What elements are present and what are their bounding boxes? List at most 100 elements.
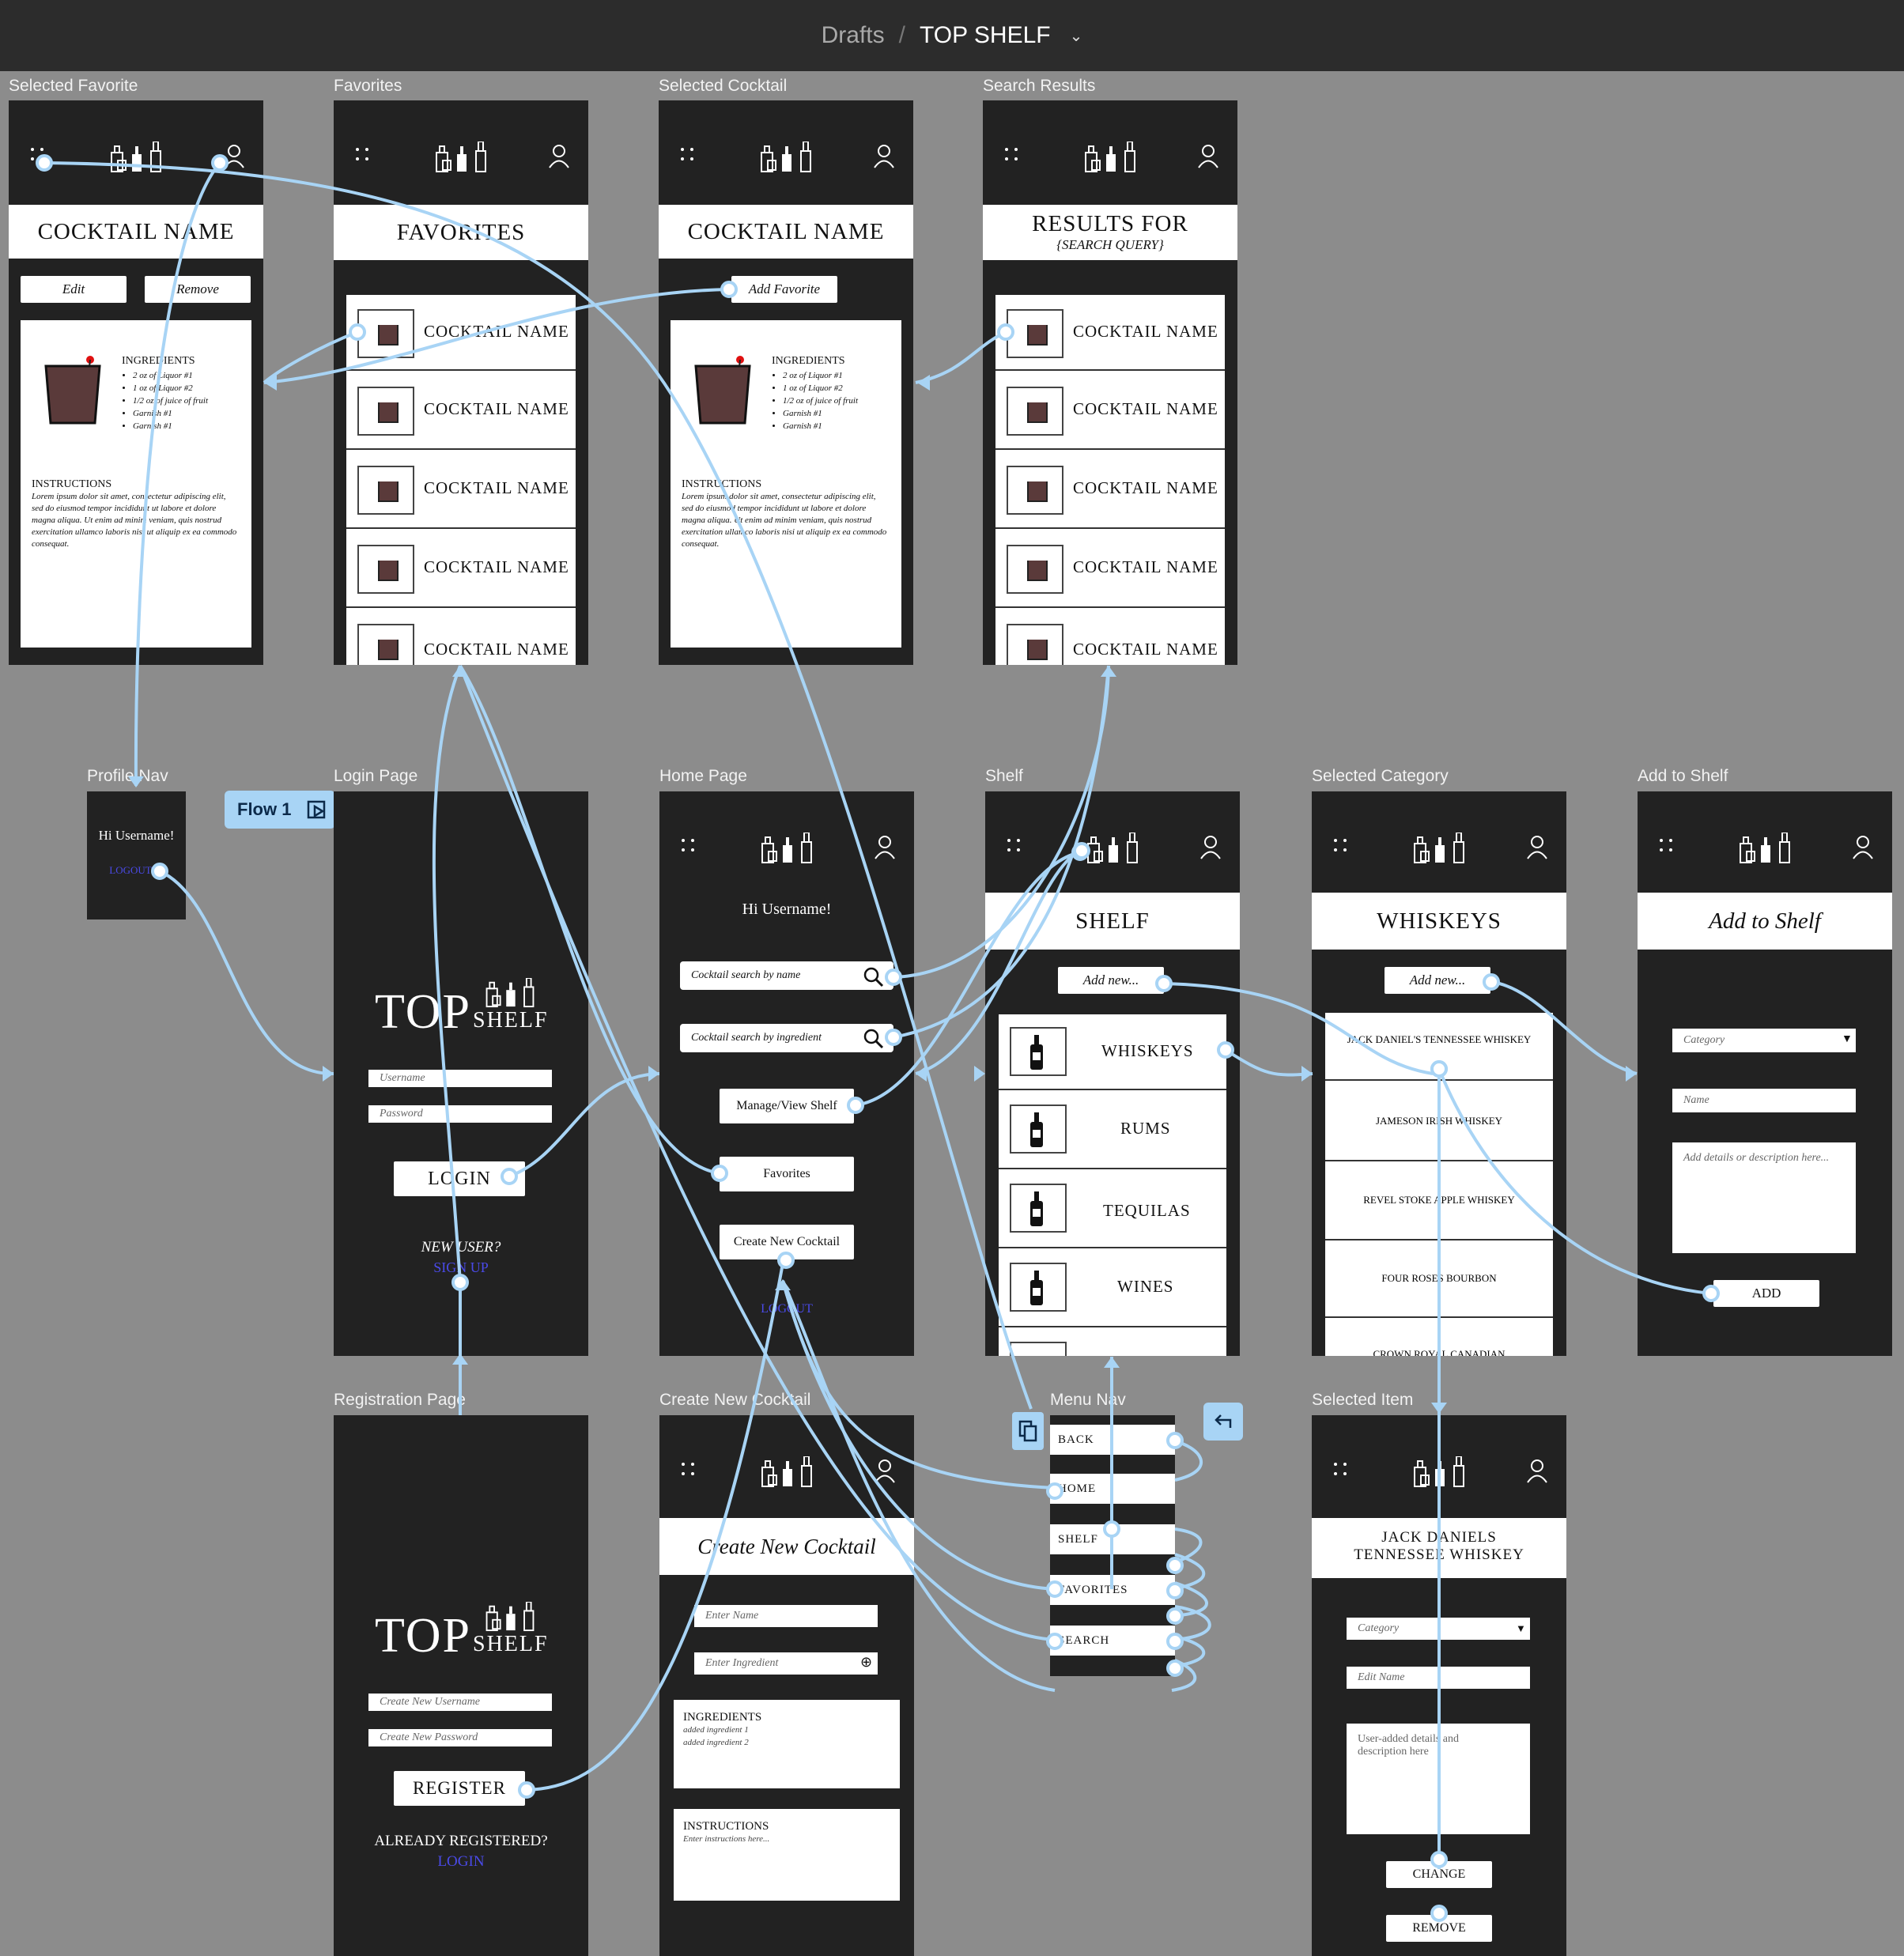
frame-label-search-results[interactable]: Search Results <box>983 77 1095 96</box>
frame-menu-nav[interactable]: BACK HOME SHELF FAVORITES SEARCH <box>1050 1415 1175 1676</box>
list-item[interactable]: COCKTAIL NAME <box>346 371 576 450</box>
signup-link[interactable]: SIGN UP <box>334 1259 588 1276</box>
menu-dots-icon[interactable] <box>1005 148 1021 164</box>
user-icon[interactable] <box>1527 1459 1547 1483</box>
frame-label-profile-nav[interactable]: Profile Nav <box>87 767 168 786</box>
category-select[interactable]: Category <box>1347 1618 1530 1640</box>
menu-dots-icon[interactable] <box>1660 839 1675 855</box>
create-cocktail-button[interactable]: Create New Cocktail <box>720 1225 854 1259</box>
frame-selected-category[interactable]: WHISKEYS Add new... JACK DANIEL'S TENNES… <box>1312 791 1566 1356</box>
search-icon[interactable] <box>863 1029 884 1049</box>
edit-name-input[interactable]: Edit Name <box>1347 1667 1530 1689</box>
frame-label-create-cocktail[interactable]: Create New Cocktail <box>659 1391 810 1410</box>
frame-search-results[interactable]: RESULTS FOR {SEARCH QUERY} COCKTAIL NAME… <box>983 100 1237 665</box>
frame-label-menu-nav[interactable]: Menu Nav <box>1050 1391 1126 1410</box>
username-input[interactable]: Username <box>368 1070 552 1087</box>
menu-dots-icon[interactable] <box>1007 839 1023 855</box>
frame-label-login[interactable]: Login Page <box>334 767 417 786</box>
change-button[interactable]: CHANGE <box>1386 1861 1492 1888</box>
user-icon[interactable] <box>549 145 569 168</box>
add-new-button[interactable]: Add new... <box>1385 967 1490 994</box>
frame-label-selected-favorite[interactable]: Selected Favorite <box>9 77 138 96</box>
user-icon[interactable] <box>874 145 894 168</box>
new-username-input[interactable]: Create New Username <box>368 1694 552 1711</box>
menu-dots-icon[interactable] <box>682 1463 697 1478</box>
list-item[interactable]: COCKTAIL NAME <box>995 529 1225 608</box>
list-item[interactable]: REVEL STOKE APPLE WHISKEY <box>1325 1161 1553 1240</box>
register-button[interactable]: REGISTER <box>394 1771 525 1806</box>
breadcrumb-drafts[interactable]: Drafts <box>822 22 885 49</box>
list-item[interactable]: CROWN ROYAL CANADIAN <box>1325 1318 1553 1356</box>
menu-item-favorites[interactable]: FAVORITES <box>1050 1575 1175 1605</box>
user-icon[interactable] <box>1198 145 1218 168</box>
list-item[interactable]: TEQUILAS <box>999 1169 1226 1248</box>
frame-label-registration[interactable]: Registration Page <box>334 1391 466 1410</box>
frame-registration[interactable]: TOP SHELF Create New Username Create New… <box>334 1415 588 1956</box>
menu-dots-icon[interactable] <box>31 148 47 164</box>
remove-button[interactable]: REMOVE <box>1386 1915 1492 1942</box>
list-item[interactable]: COCKTAIL NAME <box>995 450 1225 529</box>
list-item[interactable]: FOUR ROSES BOURBON <box>1325 1240 1553 1318</box>
instructions-box[interactable]: INSTRUCTIONS Enter instructions here... <box>674 1809 900 1901</box>
list-item[interactable]: WINES <box>999 1248 1226 1327</box>
frame-label-selected-category[interactable]: Selected Category <box>1312 767 1449 786</box>
frame-selected-favorite[interactable]: COCKTAIL NAME Edit Remove INGREDIENTS 2 … <box>9 100 263 665</box>
add-favorite-button[interactable]: Add Favorite <box>731 276 837 303</box>
project-title[interactable]: TOP SHELF <box>920 22 1051 49</box>
menu-dots-icon[interactable] <box>682 839 697 855</box>
menu-dots-icon[interactable] <box>681 148 697 164</box>
search-by-name-input[interactable]: Cocktail search by name <box>680 961 893 990</box>
details-textarea[interactable]: Add details or description here... <box>1672 1142 1856 1253</box>
search-by-ingredient-input[interactable]: Cocktail search by ingredient <box>680 1024 893 1052</box>
frame-label-shelf[interactable]: Shelf <box>985 767 1023 786</box>
list-item[interactable]: WHISKEYS <box>999 1014 1226 1090</box>
new-password-input[interactable]: Create New Password <box>368 1729 552 1746</box>
frame-selected-item[interactable]: JACK DANIELS TENNESSEE WHISKEY Category … <box>1312 1415 1566 1956</box>
user-icon[interactable] <box>1527 836 1547 859</box>
logout-link[interactable]: LOGOUT <box>87 864 174 877</box>
add-button[interactable]: ADD <box>1713 1280 1819 1307</box>
add-ingredient-icon[interactable]: ⊕ <box>860 1654 872 1671</box>
search-icon[interactable] <box>863 967 884 987</box>
login-button[interactable]: LOGIN <box>394 1161 525 1196</box>
play-flow-icon[interactable] <box>307 800 327 821</box>
manage-shelf-button[interactable]: Manage/View Shelf <box>720 1089 854 1123</box>
category-select[interactable]: Category <box>1672 1029 1856 1052</box>
logout-link[interactable]: LOGOUT <box>659 1302 914 1316</box>
enter-ingredient-input[interactable]: Enter Ingredient <box>694 1652 878 1675</box>
edit-button[interactable]: Edit <box>21 276 127 303</box>
menu-item-shelf[interactable]: SHELF <box>1050 1524 1175 1554</box>
frame-add-to-shelf[interactable]: Add to Shelf Category ▼ Name Add details… <box>1638 791 1892 1356</box>
password-input[interactable]: Password <box>368 1105 552 1123</box>
frame-label-add-to-shelf[interactable]: Add to Shelf <box>1638 767 1728 786</box>
dropdown-arrow-icon[interactable]: ▼ <box>1516 1622 1526 1635</box>
chevron-down-icon[interactable]: ⌄ <box>1070 26 1083 46</box>
remove-button[interactable]: Remove <box>145 276 251 303</box>
list-item[interactable] <box>999 1327 1226 1356</box>
frame-login[interactable]: TOP SHELF Username Password LOGIN NEW US… <box>334 791 588 1356</box>
list-item[interactable]: COCKTAIL NAME <box>346 529 576 608</box>
list-item[interactable]: COCKTAIL NAME <box>346 608 576 665</box>
menu-dots-icon[interactable] <box>356 148 372 164</box>
login-link[interactable]: LOGIN <box>334 1853 588 1871</box>
details-textarea[interactable]: User-added details and description here <box>1347 1724 1530 1834</box>
frame-label-home[interactable]: Home Page <box>659 767 747 786</box>
favorites-button[interactable]: Favorites <box>720 1157 854 1191</box>
list-item[interactable]: JACK DANIEL'S TENNESSEE WHISKEY <box>1325 1013 1553 1081</box>
frame-label-favorites[interactable]: Favorites <box>334 77 402 96</box>
list-item[interactable]: JAMESON IRISH WHISKEY <box>1325 1082 1553 1161</box>
menu-dots-icon[interactable] <box>1334 839 1350 855</box>
user-icon[interactable] <box>1853 836 1873 859</box>
list-item[interactable]: COCKTAIL NAME <box>346 450 576 529</box>
flow-start-tag[interactable]: Flow 1 <box>225 791 335 829</box>
menu-item-search[interactable]: SEARCH <box>1050 1626 1175 1656</box>
frame-create-cocktail[interactable]: Create New Cocktail Enter Name Enter Ing… <box>659 1415 914 1956</box>
back-action-tag[interactable] <box>1203 1403 1243 1441</box>
frame-selected-cocktail[interactable]: COCKTAIL NAME Add Favorite INGREDIENTS 2… <box>659 100 913 665</box>
enter-name-input[interactable]: Enter Name <box>694 1605 878 1627</box>
user-icon[interactable] <box>1200 836 1221 859</box>
list-item[interactable]: COCKTAIL NAME <box>995 608 1225 665</box>
frame-label-selected-cocktail[interactable]: Selected Cocktail <box>659 77 787 96</box>
list-item[interactable]: COCKTAIL NAME <box>995 295 1225 371</box>
user-icon[interactable] <box>224 145 244 168</box>
